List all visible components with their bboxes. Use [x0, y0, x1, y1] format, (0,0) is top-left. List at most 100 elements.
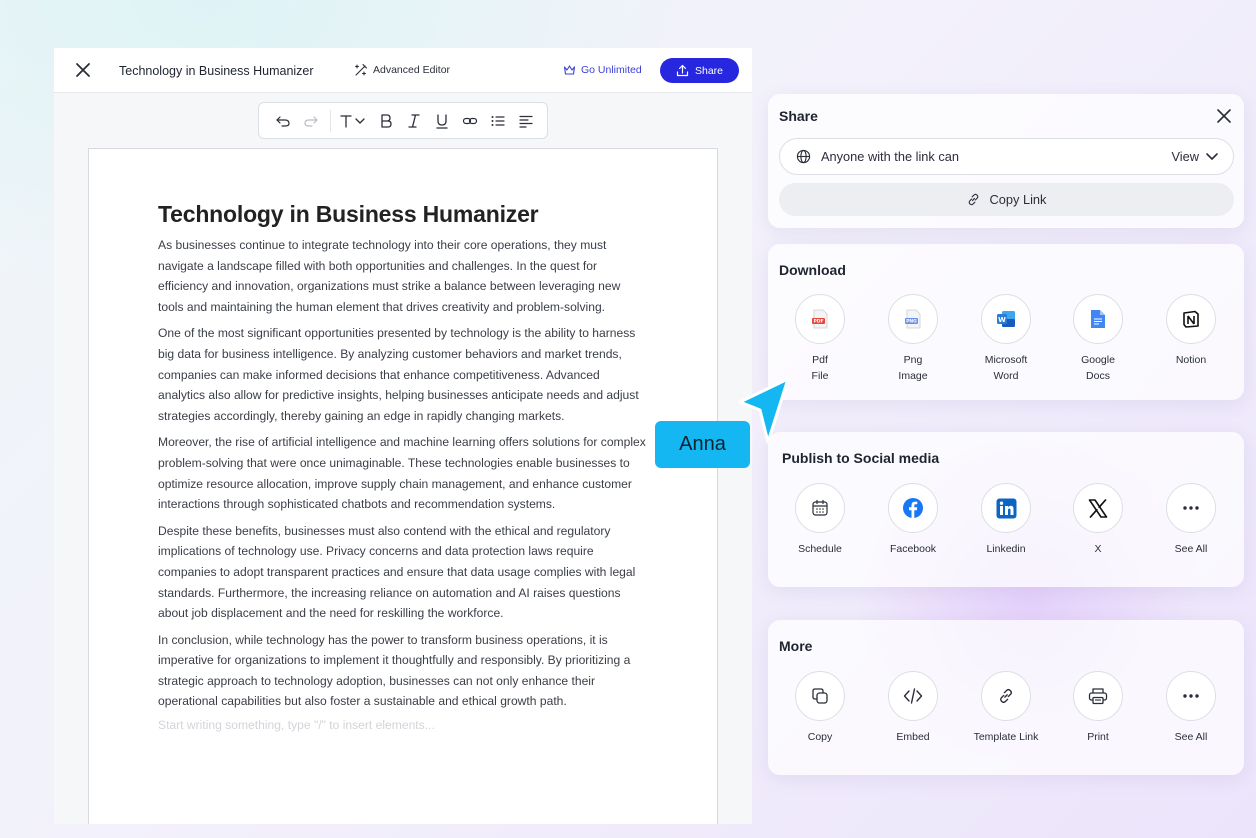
linkedin-icon	[981, 483, 1031, 533]
svg-text:PNG: PNG	[906, 319, 917, 325]
italic-button[interactable]	[400, 107, 428, 135]
chevron-down-icon[interactable]	[1205, 151, 1219, 163]
share-card: Share Anyone with the link can View Copy…	[768, 94, 1244, 228]
download-option-label: Png	[903, 354, 923, 366]
globe-icon	[796, 149, 811, 164]
go-unlimited-button[interactable]: Go Unlimited	[563, 64, 642, 76]
collaborator-tag: Anna	[655, 421, 750, 468]
more-option-label: Template Link	[973, 731, 1039, 743]
download-option-label: Microsoft	[984, 354, 1028, 366]
more-title: More	[779, 638, 813, 654]
document-page[interactable]: Technology in Business Humanizer As busi…	[88, 148, 718, 824]
download-pdf-option[interactable]: PDF Pdf File	[775, 294, 865, 384]
copy-icon	[795, 671, 845, 721]
copy-link-button[interactable]: Copy Link	[779, 183, 1234, 216]
see-all-more-option[interactable]: See All	[1146, 671, 1236, 745]
png-image-icon: PNG	[888, 294, 938, 344]
link-icon	[968, 193, 978, 206]
template-link-option[interactable]: Template Link	[961, 671, 1051, 745]
underline-button[interactable]	[428, 107, 456, 135]
download-notion-option[interactable]: Notion	[1146, 294, 1236, 368]
document-body[interactable]: As businesses continue to integrate tech…	[158, 235, 648, 732]
download-title: Download	[779, 262, 846, 278]
social-option-label: Schedule	[798, 543, 842, 555]
undo-icon	[276, 115, 290, 127]
bold-icon	[381, 113, 392, 128]
link-button[interactable]	[456, 107, 484, 135]
upload-icon	[676, 64, 689, 77]
link-icon	[981, 671, 1031, 721]
schedule-option[interactable]: Schedule	[775, 483, 865, 557]
copy-option[interactable]: Copy	[775, 671, 865, 745]
see-all-social-option[interactable]: See All	[1146, 483, 1236, 557]
social-option-label: X	[1094, 543, 1102, 555]
more-option-label: See All	[1174, 731, 1208, 743]
underline-icon	[436, 113, 448, 129]
italic-icon	[408, 113, 420, 128]
print-option[interactable]: Print	[1053, 671, 1143, 745]
magic-wand-icon	[354, 63, 368, 76]
redo-button[interactable]	[297, 107, 325, 135]
download-png-option[interactable]: PNG Png Image	[868, 294, 958, 384]
download-option-label: Word	[993, 370, 1019, 382]
more-card: More Copy Embed Template Link Print See …	[768, 620, 1244, 775]
x-logo-icon	[1073, 483, 1123, 533]
svg-text:PDF: PDF	[813, 319, 823, 325]
paragraph[interactable]: In conclusion, while technology has the …	[158, 630, 648, 712]
x-option[interactable]: X	[1053, 483, 1143, 557]
editor-header: Technology in Business Humanizer Advance…	[54, 48, 752, 93]
crown-icon	[563, 65, 576, 75]
svg-text:W: W	[998, 316, 1006, 324]
share-button-label: Share	[694, 64, 724, 77]
pdf-file-icon: PDF	[795, 294, 845, 344]
advanced-editor-label: Advanced Editor	[373, 64, 451, 76]
editor-window: Technology in Business Humanizer Advance…	[54, 48, 752, 824]
redo-icon	[304, 115, 318, 127]
social-option-label: Linkedin	[986, 543, 1026, 555]
notion-icon	[1166, 294, 1216, 344]
paragraph[interactable]: Moreover, the rise of artificial intelli…	[158, 432, 648, 514]
paragraph[interactable]: As businesses continue to integrate tech…	[158, 235, 648, 317]
facebook-option[interactable]: Facebook	[868, 483, 958, 557]
editor-placeholder[interactable]: Start writing something, type "/" to ins…	[158, 718, 648, 732]
toolbar-divider	[330, 109, 331, 132]
more-option-label: Copy	[807, 731, 833, 743]
paragraph[interactable]: Despite these benefits, businesses must …	[158, 521, 648, 624]
more-dots-icon	[1166, 483, 1216, 533]
align-left-icon	[519, 115, 533, 128]
share-button[interactable]: Share	[660, 58, 739, 83]
download-option-label: Pdf	[812, 354, 828, 366]
document-title[interactable]: Technology in Business Humanizer	[158, 201, 539, 228]
text-style-dropdown[interactable]	[336, 107, 372, 135]
linkedin-option[interactable]: Linkedin	[961, 483, 1051, 557]
social-title: Publish to Social media	[782, 450, 940, 466]
copy-link-label: Copy Link	[989, 192, 1047, 207]
calendar-icon	[795, 483, 845, 533]
printer-icon	[1073, 671, 1123, 721]
google-docs-icon	[1073, 294, 1123, 344]
more-option-label: Print	[1087, 731, 1109, 743]
paragraph[interactable]: One of the most significant opportunitie…	[158, 323, 648, 426]
download-card: Download PDF Pdf File PNG Png Image W Mi…	[768, 244, 1244, 400]
close-icon[interactable]	[1216, 108, 1232, 124]
document-name: Technology in Business Humanizer	[119, 64, 314, 78]
close-icon[interactable]	[74, 61, 92, 79]
share-title: Share	[779, 108, 818, 124]
download-option-label: Notion	[1175, 354, 1207, 366]
access-value[interactable]: View	[1171, 149, 1199, 164]
download-option-label: Docs	[1086, 370, 1110, 382]
link-access-select[interactable]: Anyone with the link can View	[779, 138, 1234, 175]
embed-code-icon	[888, 671, 938, 721]
bullet-list-button[interactable]	[484, 107, 512, 135]
download-option-label: Image	[898, 370, 928, 382]
social-option-label: Facebook	[889, 543, 937, 555]
download-option-label: Google	[1081, 354, 1115, 366]
undo-button[interactable]	[269, 107, 297, 135]
download-google-docs-option[interactable]: Google Docs	[1053, 294, 1143, 384]
embed-option[interactable]: Embed	[868, 671, 958, 745]
align-button[interactable]	[512, 107, 540, 135]
social-card: Publish to Social media Schedule Faceboo…	[768, 432, 1244, 587]
bold-button[interactable]	[372, 107, 400, 135]
download-word-option[interactable]: W Microsoft Word	[961, 294, 1051, 384]
advanced-editor-button[interactable]: Advanced Editor	[354, 63, 450, 77]
